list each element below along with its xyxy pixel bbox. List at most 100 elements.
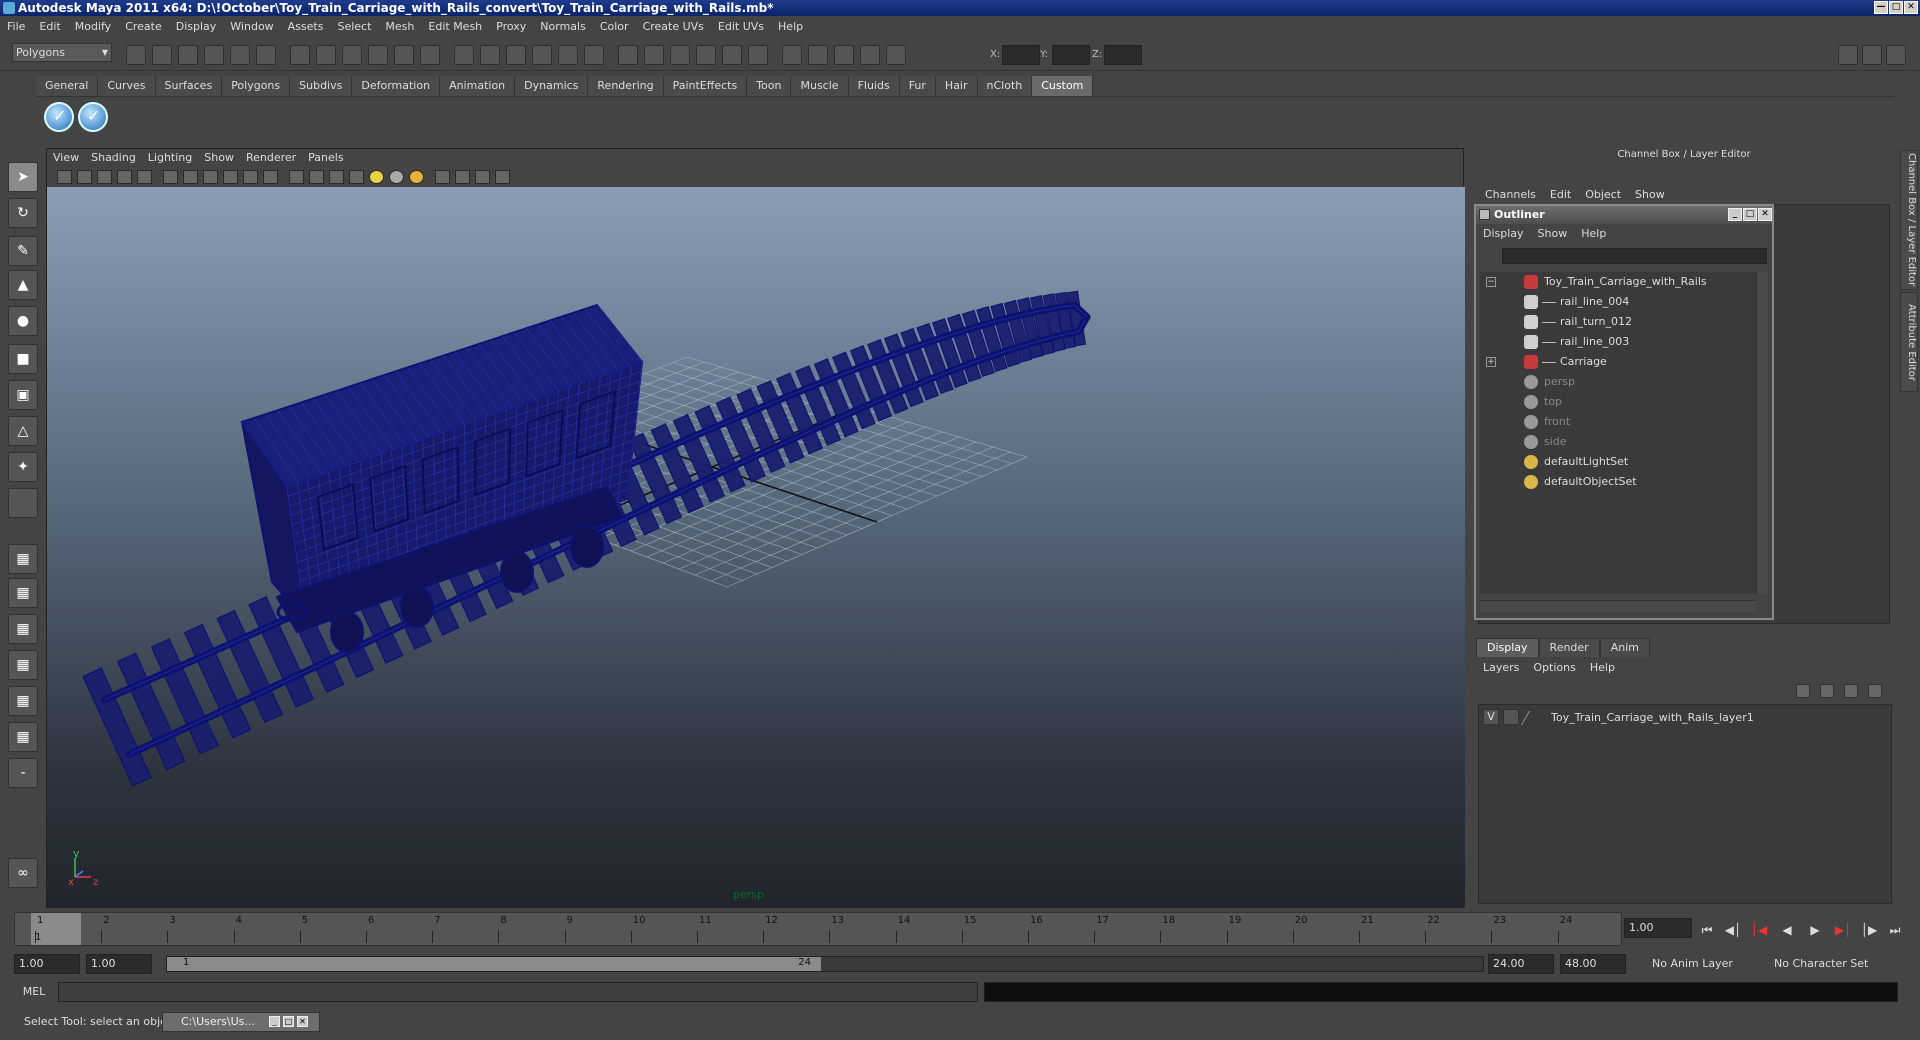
snap-point-icon[interactable]: [342, 45, 362, 65]
menu-mesh[interactable]: Mesh: [378, 17, 421, 36]
select-object-icon[interactable]: [230, 45, 250, 65]
uv-editor-icon[interactable]: [834, 45, 854, 65]
collapse-icon[interactable]: −: [1486, 277, 1496, 287]
y-coord-field[interactable]: [1052, 45, 1090, 65]
four-view-layout-icon[interactable]: ▦: [8, 578, 38, 608]
menu-create[interactable]: Create: [118, 17, 169, 36]
custom-shelf-button-1[interactable]: [44, 102, 74, 132]
manipulator-tool-icon[interactable]: ▣: [8, 380, 38, 410]
new-layer-from-selection-icon[interactable]: [1820, 684, 1834, 698]
history-icon[interactable]: [420, 45, 440, 65]
isolate-icon[interactable]: [435, 170, 450, 184]
tool-settings-icon[interactable]: [1886, 45, 1906, 65]
play-backwards-icon[interactable]: ◀: [1778, 922, 1796, 938]
anim-layer-selector[interactable]: No Anim Layer: [1648, 954, 1758, 974]
open-scene-icon[interactable]: [152, 45, 172, 65]
playback-start-field[interactable]: 1.00: [86, 954, 152, 974]
menu-set-selector[interactable]: Polygons ▼: [12, 43, 112, 62]
maximize-button[interactable]: □: [1889, 1, 1903, 14]
viewport-canvas[interactable]: y x z persp: [47, 187, 1465, 907]
command-input[interactable]: [58, 982, 978, 1002]
side-tab-channel-box[interactable]: Channel Box / Layer Editor: [1900, 150, 1918, 290]
viewport-menu-view[interactable]: View: [47, 149, 85, 167]
render-icon[interactable]: [454, 45, 474, 65]
render-current-icon[interactable]: [618, 45, 638, 65]
shelf-tab-polygons[interactable]: Polygons: [222, 76, 291, 96]
hypershade-icon[interactable]: [696, 45, 716, 65]
time-slider[interactable]: 1 1 2 3 4 5 6 7 8 9 10 11 12 13 14 15 16 17 18 19 20 21 22 23 2…: [14, 912, 1622, 946]
shelf-tab-ncloth[interactable]: nCloth: [977, 76, 1033, 96]
shelf-tab-fur[interactable]: Fur: [899, 76, 936, 96]
outliner-item-carriage[interactable]: + Carriage: [1480, 352, 1756, 372]
animation-end-field[interactable]: 48.00: [1560, 954, 1626, 974]
menu-help[interactable]: Help: [771, 17, 810, 36]
outliner-menu-display[interactable]: Display: [1476, 224, 1531, 244]
step-back-frame-icon[interactable]: ◀│: [1724, 922, 1742, 938]
layer-menu-help[interactable]: Help: [1583, 658, 1622, 678]
menu-file[interactable]: File: [0, 17, 32, 36]
ipr-icon[interactable]: [644, 45, 664, 65]
display-settings-icon[interactable]: [722, 45, 742, 65]
outliner-minimize-button[interactable]: _: [1728, 208, 1742, 221]
outliner-item-defaultobjectset[interactable]: defaultObjectSet: [1480, 472, 1756, 492]
minimize-button[interactable]: —: [1874, 1, 1888, 14]
menu-color[interactable]: Color: [593, 17, 636, 36]
shelf-tab-painteffects[interactable]: PaintEffects: [663, 76, 748, 96]
outliner-item-top[interactable]: top: [1480, 392, 1756, 412]
shelf-tab-general[interactable]: General: [36, 76, 99, 96]
render-view-icon[interactable]: [670, 45, 690, 65]
high-quality-icon[interactable]: [409, 170, 424, 184]
outliner-item-defaultlightset[interactable]: defaultLightSet: [1480, 452, 1756, 472]
film-gate-icon[interactable]: [163, 170, 178, 184]
z-coord-field[interactable]: [1104, 45, 1142, 65]
show-hypershade-icon[interactable]: [532, 45, 552, 65]
script-editor-icon[interactable]: [860, 45, 880, 65]
task-close-button[interactable]: ✕: [297, 1016, 308, 1027]
task-maximize-button[interactable]: □: [283, 1016, 294, 1027]
script-editor-task-button[interactable]: C:\Users\Us... _ □ ✕: [162, 1012, 320, 1032]
shelf-tab-toon[interactable]: Toon: [747, 76, 792, 96]
expand-icon[interactable]: +: [1486, 357, 1496, 367]
viewport-menu-lighting[interactable]: Lighting: [142, 149, 198, 167]
select-tool-icon[interactable]: ➤: [8, 162, 38, 192]
layer-display-icon[interactable]: [1868, 684, 1882, 698]
graph-persp-layout-icon[interactable]: ▦: [8, 650, 38, 680]
outliner-item-front[interactable]: front: [1480, 412, 1756, 432]
layer-tab-display[interactable]: Display: [1476, 638, 1539, 657]
camera-select-icon[interactable]: [57, 170, 72, 184]
hypershade-persp-layout-icon[interactable]: ▦: [8, 686, 38, 716]
soft-mod-tool-icon[interactable]: △: [8, 416, 38, 446]
channel-menu-channels[interactable]: Channels: [1478, 188, 1543, 202]
snap-grid-icon[interactable]: [290, 45, 310, 65]
save-scene-icon[interactable]: [178, 45, 198, 65]
menu-select[interactable]: Select: [330, 17, 378, 36]
snap-curve-icon[interactable]: [316, 45, 336, 65]
side-tab-attribute-editor[interactable]: Attribute Editor: [1900, 292, 1918, 392]
coordinate-toggle-icon[interactable]: [886, 45, 906, 65]
xray-icon[interactable]: [455, 170, 470, 184]
trax-editor-icon[interactable]: [808, 45, 828, 65]
viewport-menu-panels[interactable]: Panels: [302, 149, 349, 167]
menu-create-uvs[interactable]: Create UVs: [636, 17, 711, 36]
channel-menu-object[interactable]: Object: [1578, 188, 1628, 202]
outliner-titlebar[interactable]: Outliner _ □ ✕: [1476, 206, 1772, 224]
wireframe-on-shaded-icon[interactable]: [329, 170, 344, 184]
channel-box-toggle-icon[interactable]: [1862, 45, 1882, 65]
range-slider-thumb[interactable]: 1 24: [167, 957, 821, 971]
layer-color-swatch[interactable]: [1520, 711, 1540, 725]
custom-shelf-button-2[interactable]: [78, 102, 108, 132]
step-back-key-icon[interactable]: │◀: [1750, 922, 1768, 938]
render-persp-layout-icon[interactable]: ▦: [8, 722, 38, 752]
menu-display[interactable]: Display: [169, 17, 224, 36]
script-language-toggle[interactable]: MEL: [12, 984, 56, 1000]
gate-mask-icon[interactable]: [203, 170, 218, 184]
layer-menu-options[interactable]: Options: [1526, 658, 1582, 678]
snap-plane-icon[interactable]: [368, 45, 388, 65]
menu-assets[interactable]: Assets: [281, 17, 331, 36]
outliner-item-toy-train-carriage-with-rails[interactable]: − Toy_Train_Carriage_with_Rails: [1480, 272, 1756, 292]
smooth-shade-icon[interactable]: [309, 170, 324, 184]
task-minimize-button[interactable]: _: [269, 1016, 280, 1027]
layer-tab-anim[interactable]: Anim: [1599, 638, 1650, 657]
ipr-render-icon[interactable]: [480, 45, 500, 65]
outliner-item-rail-line-004[interactable]: rail_line_004: [1480, 292, 1756, 312]
